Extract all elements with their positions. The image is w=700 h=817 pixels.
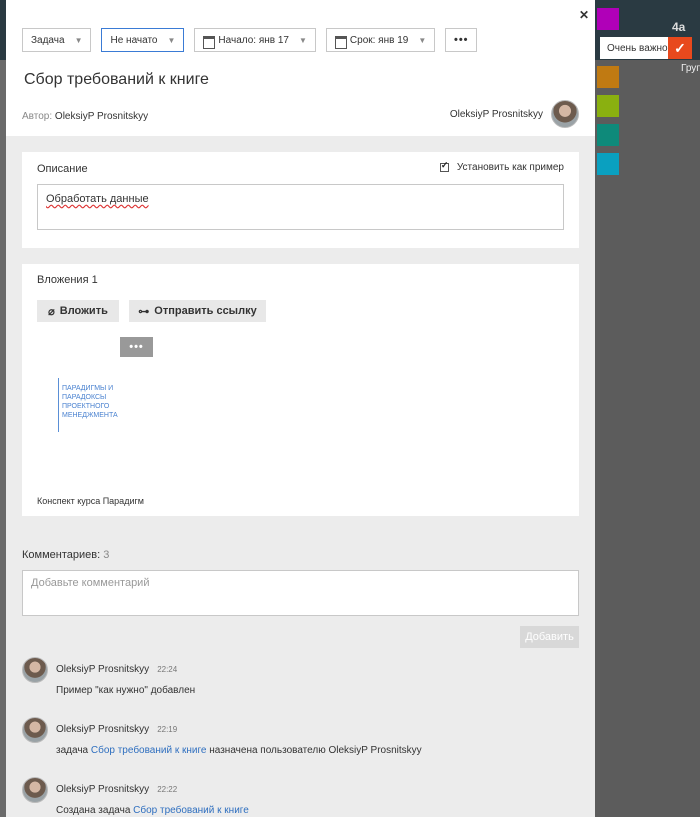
attach-button[interactable]: ⌀ Вложить xyxy=(37,300,119,322)
calendar-icon xyxy=(203,35,216,49)
priority-toggle[interactable]: Очень важно ✓ xyxy=(600,37,692,59)
start-date-label: Начало: янв 17 xyxy=(218,34,289,46)
avatar xyxy=(22,657,48,683)
thumbnail-accent-line xyxy=(58,378,59,432)
author-label: Автор: xyxy=(22,111,53,122)
attachment-more-button[interactable]: ••• xyxy=(120,337,153,357)
priority-label: Очень важно xyxy=(607,42,668,54)
attach-button-label: Вложить xyxy=(59,305,108,317)
task-dialog: ✕ Задача ▼ Не начато ▼ Начало: янв 17 ▼ … xyxy=(6,0,595,817)
comment-item: OleksiyP Prosnitskyy 22:22 Создана задача… xyxy=(22,777,579,817)
assignee-name: OleksiyP Prosnitskyy xyxy=(449,108,543,120)
paperclip-icon: ⌀ xyxy=(48,305,55,318)
close-icon[interactable]: ✕ xyxy=(579,8,589,22)
type-dropdown[interactable]: Задача ▼ xyxy=(22,28,92,52)
type-dropdown-label: Задача xyxy=(31,34,65,46)
comment-text: Пример "как нужно" добавлен xyxy=(56,685,196,696)
comment-author-name: OleksiyP Prosnitskyy xyxy=(56,784,150,795)
calendar-icon xyxy=(334,35,347,49)
comment-input[interactable]: Добавьте комментарий xyxy=(22,570,579,616)
attachment-thumbnail[interactable]: ПАРАДИГМЫ И ПАРАДОКСЫ ПРОЕКТНОГО МЕНЕДЖМ… xyxy=(58,370,138,486)
comments-header-label: Комментариев: xyxy=(22,549,101,561)
chevron-down-icon: ▼ xyxy=(74,35,83,45)
comment-time: 22:19 xyxy=(157,725,178,734)
description-text: Обработать данные xyxy=(46,193,149,205)
task-title[interactable]: Сбор требований к книге xyxy=(24,71,209,89)
task-toolbar: Задача ▼ Не начато ▼ Начало: янв 17 ▼ Ср… xyxy=(22,28,478,52)
comment-item: OleksiyP Prosnitskyy 22:19 задача Сбор тр… xyxy=(22,717,579,767)
color-swatch-blue[interactable] xyxy=(597,153,619,175)
avatar xyxy=(22,777,48,803)
comment-author-name: OleksiyP Prosnitskyy xyxy=(56,664,150,675)
comment-body: Создана задача Сбор требований к книге xyxy=(56,805,249,816)
thumbnail-title: ПАРАДИГМЫ И ПАРАДОКСЫ ПРОЕКТНОГО МЕНЕДЖМ… xyxy=(62,385,118,419)
comment-body: задача Сбор требований к книге назначена… xyxy=(56,745,422,756)
comment-time: 22:24 xyxy=(157,665,178,674)
color-swatch-green[interactable] xyxy=(597,95,619,117)
task-link[interactable]: Сбор требований к книге xyxy=(91,745,207,756)
description-textarea[interactable]: Обработать данные xyxy=(37,184,564,230)
send-link-button[interactable]: ⊶ Отправить ссылку xyxy=(129,300,266,322)
attachment-file-name[interactable]: Конспект курса Парадигм xyxy=(37,496,144,506)
check-icon: ✓ xyxy=(668,37,692,59)
set-as-example-checkbox[interactable]: Установить как пример xyxy=(439,160,564,173)
send-link-button-label: Отправить ссылку xyxy=(154,305,257,317)
comment-item: OleksiyP Prosnitskyy 22:24 Пример "как ну… xyxy=(22,657,579,707)
comment-text: Создана задача xyxy=(56,805,134,816)
add-comment-button[interactable]: Добавить xyxy=(520,626,579,648)
description-card: Описание Установить как пример Обработат… xyxy=(22,152,579,248)
comment-time: 22:22 xyxy=(157,785,178,794)
author-name: OleksiyP Prosnitskyy xyxy=(54,111,149,122)
comment-author: OleksiyP Prosnitskyy 22:19 xyxy=(56,724,177,735)
checkbox-checked-icon xyxy=(439,160,449,172)
group-label: Груп xyxy=(681,63,700,74)
attachments-card: Вложения 1 ⌀ Вложить ⊶ Отправить ссылку … xyxy=(22,264,579,516)
color-swatch-orange[interactable] xyxy=(597,66,619,88)
status-dropdown[interactable]: Не начато ▼ xyxy=(101,28,185,52)
description-header: Описание xyxy=(37,163,88,175)
attachments-header: Вложения 1 xyxy=(37,274,98,286)
more-options-button[interactable]: ••• xyxy=(445,28,478,52)
comment-author: OleksiyP Prosnitskyy 22:22 xyxy=(56,784,177,795)
task-link[interactable]: Сбор требований к книге xyxy=(133,805,249,816)
link-icon: ⊶ xyxy=(138,305,150,318)
comments-count: 3 xyxy=(103,549,110,561)
color-swatch-teal[interactable] xyxy=(597,124,619,146)
set-as-example-label: Установить как пример xyxy=(456,162,564,173)
color-swatch-purple[interactable] xyxy=(597,8,619,30)
comment-text: назначена пользователю OleksiyP Prosnits… xyxy=(206,745,422,756)
chevron-down-icon: ▼ xyxy=(167,35,176,45)
comment-author-name: OleksiyP Prosnitskyy xyxy=(56,724,150,735)
comment-author: OleksiyP Prosnitskyy 22:24 xyxy=(56,664,177,675)
chevron-down-icon: ▼ xyxy=(418,35,427,45)
status-dropdown-label: Не начато xyxy=(110,34,158,46)
comments-header: Комментариев: 3 xyxy=(22,549,109,561)
assignee[interactable]: OleksiyP Prosnitskyy xyxy=(450,100,579,128)
due-date-picker[interactable]: Срок: янв 19 ▼ xyxy=(325,28,436,52)
start-date-picker[interactable]: Начало: янв 17 ▼ xyxy=(194,28,316,52)
avatar xyxy=(22,717,48,743)
due-date-label: Срок: янв 19 xyxy=(349,34,409,46)
author-line: Автор: OleksiyP Prosnitskyy xyxy=(22,111,148,122)
comment-body: Пример "как нужно" добавлен xyxy=(56,685,195,696)
comment-text: задача xyxy=(56,745,91,756)
avatar xyxy=(551,100,579,128)
chevron-down-icon: ▼ xyxy=(298,35,307,45)
